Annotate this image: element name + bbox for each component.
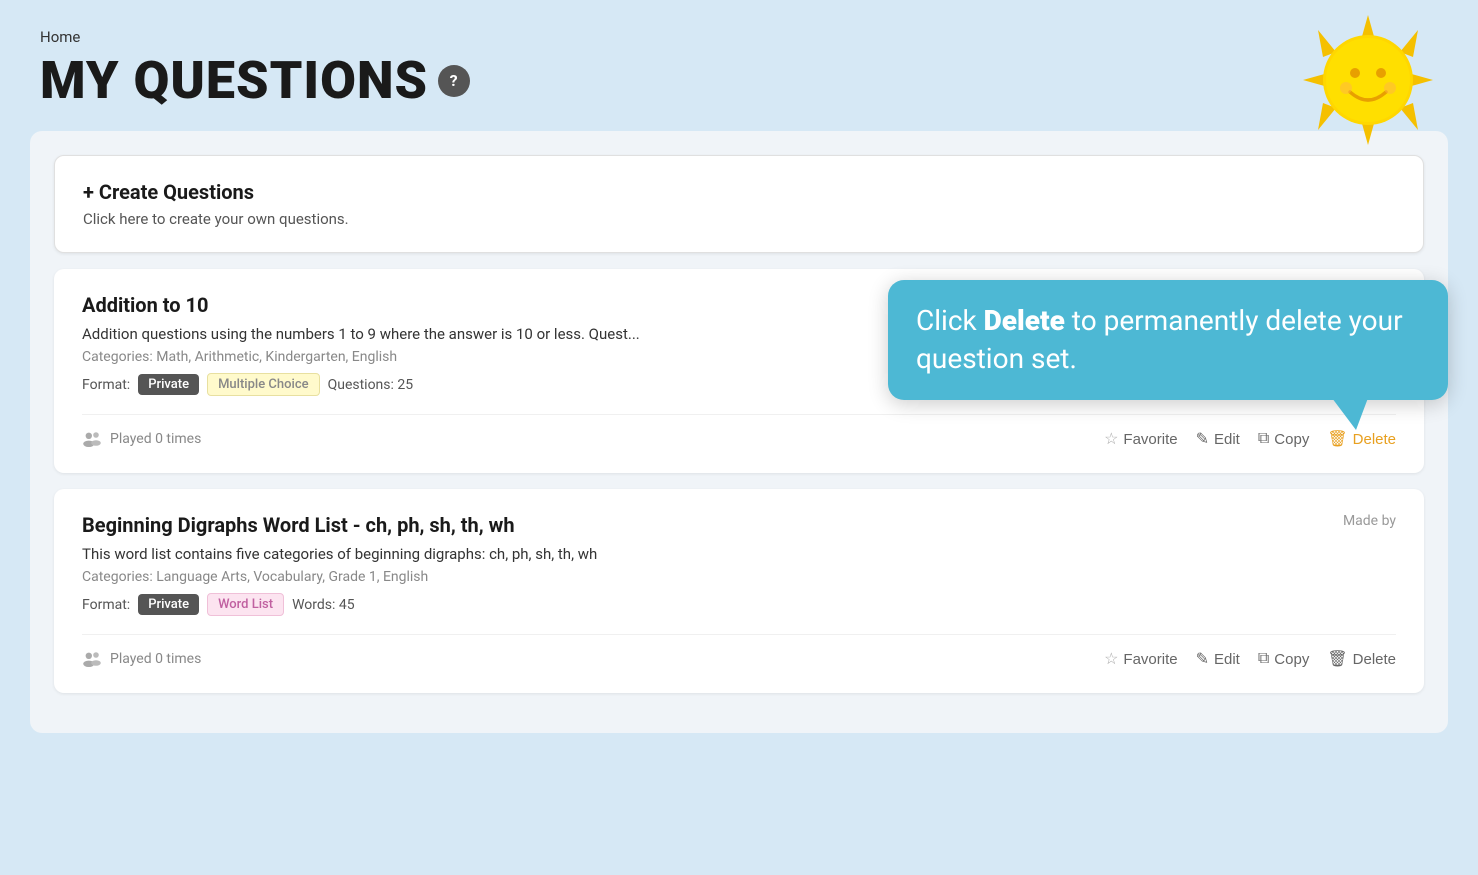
format-label-2: Format:	[82, 597, 130, 613]
edit-icon-2: ✎	[1196, 649, 1209, 669]
question-card-2: Beginning Digraphs Word List - ch, ph, s…	[54, 489, 1424, 693]
badge-private-2: Private	[138, 594, 199, 615]
sun-illustration	[1298, 10, 1438, 150]
played-times-text-1: Played 0 times	[110, 431, 201, 447]
tooltip-bubble: Click Delete to permanently delete your …	[888, 280, 1448, 400]
categories-2: Categories: Language Arts, Vocabulary, G…	[82, 569, 1396, 585]
edit-icon-1: ✎	[1196, 429, 1209, 449]
delete-button-1[interactable]: 🗑 Delete	[1327, 429, 1396, 449]
copy-icon-2: ⧉	[1258, 650, 1269, 668]
delete-label-2: Delete	[1353, 651, 1396, 668]
trash-icon-1: 🗑	[1327, 429, 1347, 449]
format-label-1: Format:	[82, 377, 130, 393]
help-icon[interactable]: ?	[438, 65, 470, 97]
edit-label-1: Edit	[1214, 431, 1240, 448]
people-icon-2	[82, 651, 102, 667]
create-questions-card[interactable]: + Create Questions Click here to create …	[54, 155, 1424, 253]
trash-icon-2: 🗑	[1327, 649, 1347, 669]
questions-count-2: Words: 45	[292, 597, 355, 613]
create-description: Click here to create your own questions.	[83, 210, 1395, 228]
question-title-2: Beginning Digraphs Word List - ch, ph, s…	[82, 513, 515, 537]
card-footer-1: Played 0 times ☆ Favorite ✎ Edit ⧉ Copy …	[82, 414, 1396, 449]
played-times-text-2: Played 0 times	[110, 651, 201, 667]
page-title-text: MY QUESTIONS	[40, 50, 428, 111]
edit-label-2: Edit	[1214, 651, 1240, 668]
actions-2: ☆ Favorite ✎ Edit ⧉ Copy 🗑 Delete	[1104, 649, 1396, 669]
favorite-label-1: Favorite	[1123, 431, 1177, 448]
copy-icon-1: ⧉	[1258, 430, 1269, 448]
delete-label-1: Delete	[1353, 431, 1396, 448]
copy-button-2[interactable]: ⧉ Copy	[1258, 650, 1309, 668]
badge-private-1: Private	[138, 374, 199, 395]
played-times-1: Played 0 times	[82, 431, 201, 447]
badge-format-2: Word List	[207, 593, 284, 616]
format-row-2: Format: Private Word List Words: 45	[82, 593, 1396, 616]
page-title: MY QUESTIONS ?	[40, 50, 1438, 111]
people-icon	[82, 431, 102, 447]
copy-label-1: Copy	[1274, 431, 1309, 448]
tooltip-text: Click Delete to permanently delete your …	[916, 304, 1403, 375]
page-header: Home MY QUESTIONS ?	[0, 0, 1478, 131]
star-icon-1: ☆	[1104, 429, 1118, 449]
actions-1: ☆ Favorite ✎ Edit ⧉ Copy 🗑 Delete	[1104, 429, 1396, 449]
title-row-2: Beginning Digraphs Word List - ch, ph, s…	[82, 513, 1396, 545]
favorite-button-1[interactable]: ☆ Favorite	[1104, 429, 1178, 449]
breadcrumb[interactable]: Home	[40, 28, 1438, 46]
edit-button-2[interactable]: ✎ Edit	[1196, 649, 1240, 669]
copy-button-1[interactable]: ⧉ Copy	[1258, 430, 1309, 448]
copy-label-2: Copy	[1274, 651, 1309, 668]
questions-count-1: Questions: 25	[328, 377, 414, 393]
edit-button-1[interactable]: ✎ Edit	[1196, 429, 1240, 449]
star-icon-2: ☆	[1104, 649, 1118, 669]
delete-button-2[interactable]: 🗑 Delete	[1327, 649, 1396, 669]
card-footer-2: Played 0 times ☆ Favorite ✎ Edit ⧉ Copy …	[82, 634, 1396, 669]
question-desc-2: This word list contains five categories …	[82, 545, 1396, 563]
favorite-label-2: Favorite	[1123, 651, 1177, 668]
badge-format-1: Multiple Choice	[207, 373, 320, 396]
made-by-2: Made by	[1343, 513, 1396, 529]
played-times-2: Played 0 times	[82, 651, 201, 667]
main-container: + Create Questions Click here to create …	[30, 131, 1448, 733]
create-title: + Create Questions	[83, 180, 1395, 204]
favorite-button-2[interactable]: ☆ Favorite	[1104, 649, 1178, 669]
